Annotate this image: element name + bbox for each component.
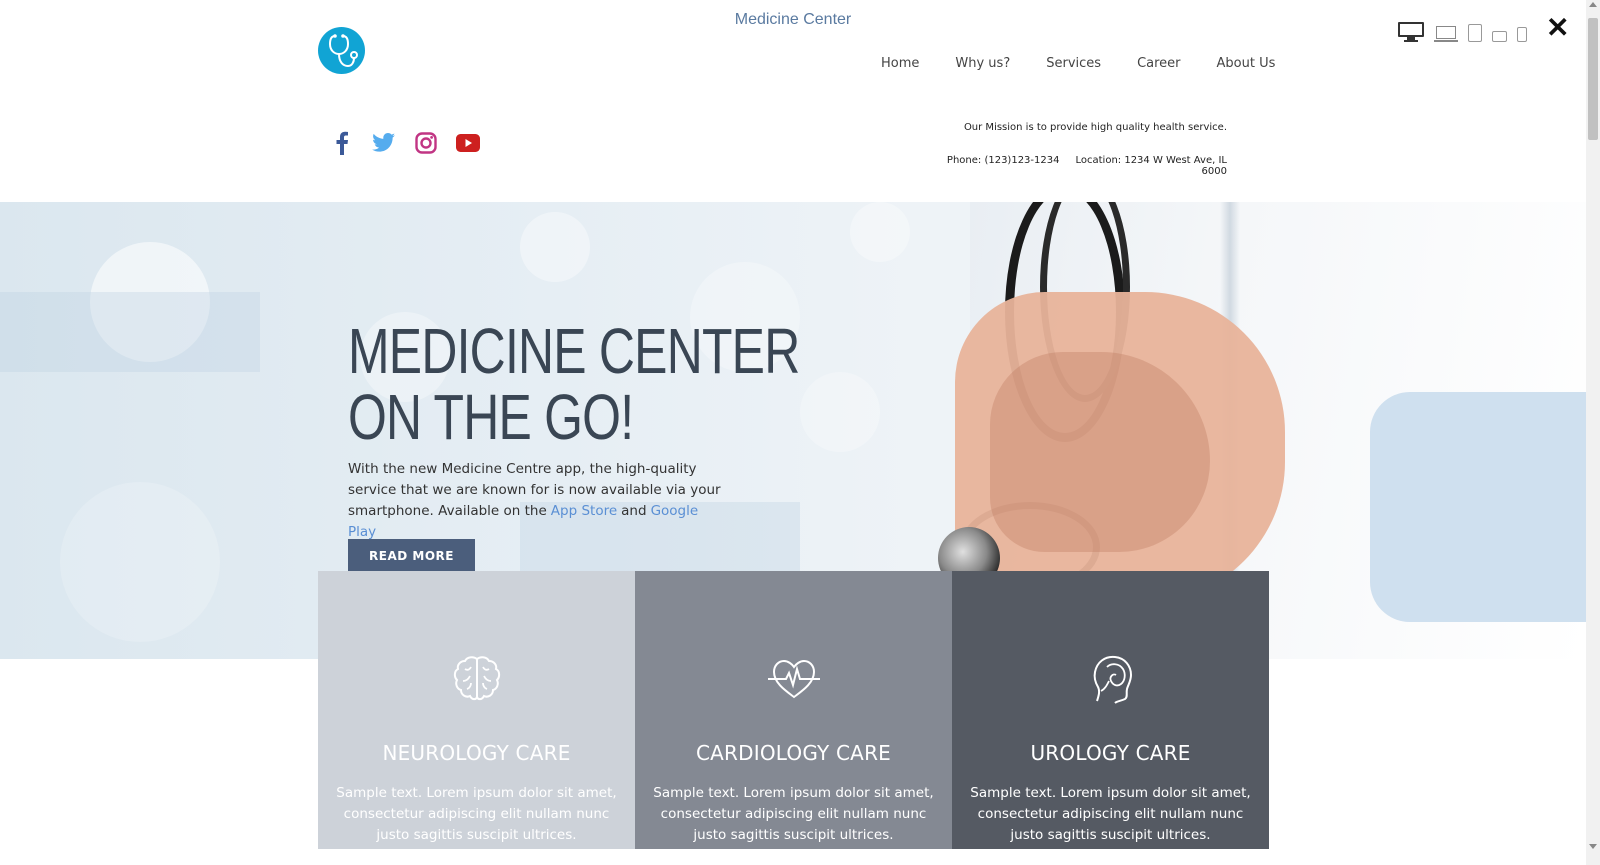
- phone-icon[interactable]: [1517, 27, 1527, 42]
- nav-about-us[interactable]: About Us: [1217, 56, 1276, 71]
- close-icon[interactable]: ✕: [1546, 14, 1569, 42]
- nav-home[interactable]: Home: [881, 56, 919, 71]
- logo[interactable]: [318, 27, 365, 74]
- mission-text: Our Mission is to provide high quality h…: [963, 122, 1227, 133]
- social-links: [330, 131, 480, 155]
- service-title: NEUROLOGY CARE: [382, 741, 571, 765]
- brain-icon: [453, 656, 500, 701]
- service-text: Sample text. Lorem ipsum dolor sit amet,…: [336, 785, 617, 843]
- tablet-icon[interactable]: [1468, 24, 1482, 42]
- facebook-icon[interactable]: [330, 131, 354, 155]
- hero-title: MEDICINE CENTER ON THE GO!: [348, 315, 800, 453]
- laptop-icon[interactable]: [1434, 26, 1458, 42]
- scroll-thumb[interactable]: [1588, 18, 1598, 140]
- service-text: Sample text. Lorem ipsum dolor sit amet,…: [970, 785, 1251, 843]
- nav-career[interactable]: Career: [1137, 56, 1180, 71]
- nav-why-us[interactable]: Why us?: [955, 56, 1010, 71]
- tablet-landscape-icon[interactable]: [1492, 31, 1507, 42]
- service-text: Sample text. Lorem ipsum dolor sit amet,…: [653, 785, 934, 843]
- read-more-button[interactable]: READ MORE: [348, 539, 475, 572]
- contact-info: Phone: (123)123-1234 Location: 1234 W Wes…: [930, 155, 1227, 177]
- main-nav: Home Why us? Services Career About Us: [881, 56, 1311, 71]
- service-title: UROLOGY CARE: [1030, 741, 1191, 765]
- scrollbar[interactable]: [1586, 0, 1600, 865]
- location-text: Location: 1234 W West Ave, IL 6000: [1075, 155, 1227, 177]
- hero-title-line1: MEDICINE CENTER: [348, 315, 800, 387]
- instagram-icon[interactable]: [414, 131, 438, 155]
- services-cards: NEUROLOGY CARE Sample text. Lorem ipsum …: [318, 571, 1269, 849]
- app-store-link[interactable]: App Store: [551, 503, 617, 519]
- service-card-urology[interactable]: UROLOGY CARE Sample text. Lorem ipsum do…: [952, 571, 1269, 849]
- device-switcher: [1398, 22, 1527, 42]
- twitter-icon[interactable]: [372, 131, 396, 155]
- stethoscope-icon: [328, 33, 358, 67]
- service-title: CARDIOLOGY CARE: [695, 741, 891, 765]
- head-profile-icon: [1093, 655, 1132, 704]
- nav-services[interactable]: Services: [1046, 56, 1101, 71]
- scroll-up-arrow-icon[interactable]: [1589, 2, 1597, 7]
- hero-title-line2: ON THE GO!: [348, 381, 634, 453]
- heart-pulse-icon: [767, 659, 820, 699]
- desktop-icon[interactable]: [1398, 22, 1424, 42]
- hero-and-text: and: [621, 503, 647, 519]
- hero-description: With the new Medicine Centre app, the hi…: [348, 459, 728, 543]
- scroll-down-arrow-icon[interactable]: [1589, 844, 1597, 849]
- service-card-neurology[interactable]: NEUROLOGY CARE Sample text. Lorem ipsum …: [318, 571, 635, 849]
- phone-text: Phone: (123)123-1234: [946, 155, 1060, 166]
- service-card-cardiology[interactable]: CARDIOLOGY CARE Sample text. Lorem ipsum…: [635, 571, 952, 849]
- youtube-icon[interactable]: [456, 131, 480, 155]
- preview-title: Medicine Center: [734, 11, 852, 28]
